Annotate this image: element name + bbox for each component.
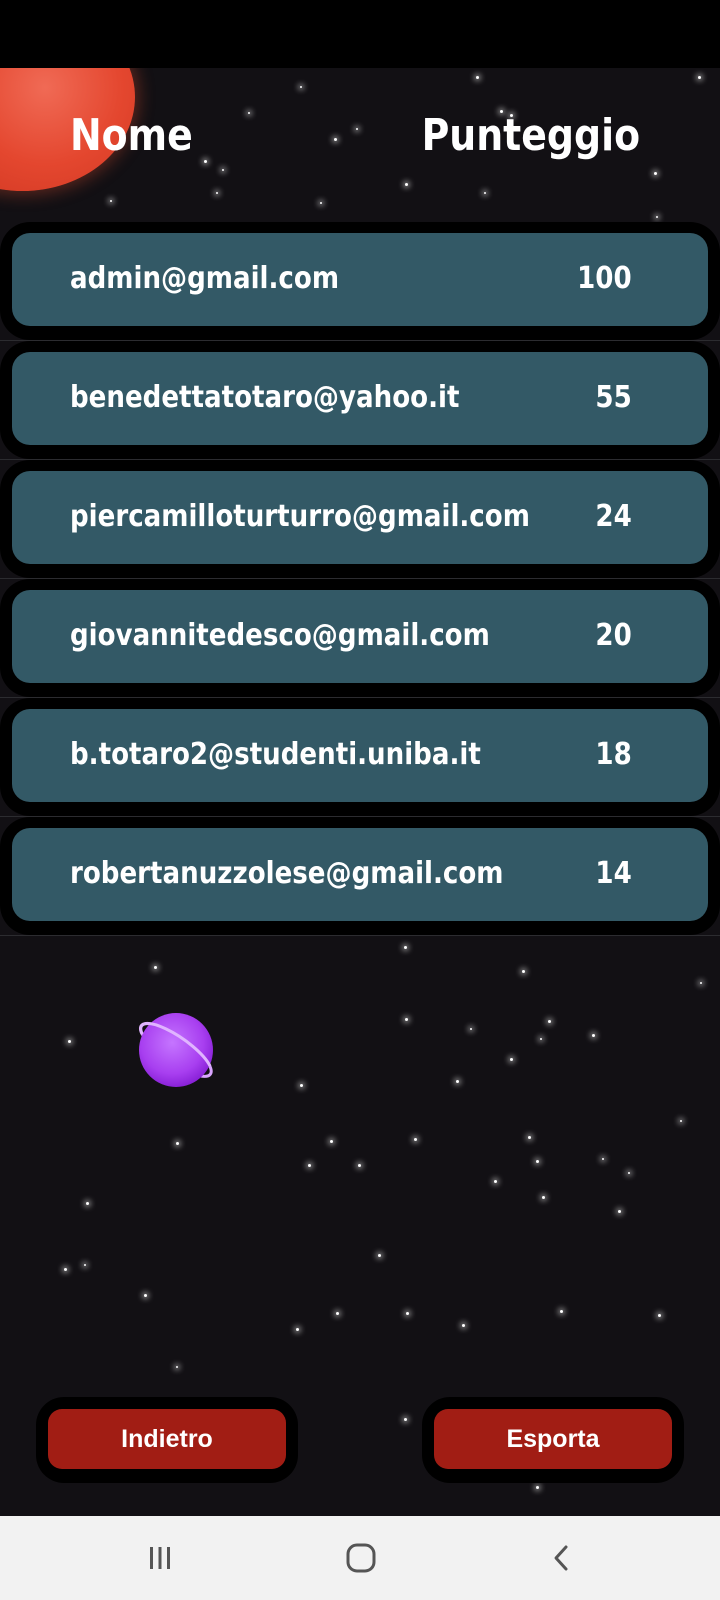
status-bar [0, 0, 720, 68]
system-navigation-bar [0, 1516, 720, 1600]
star-decoration [110, 200, 112, 202]
leaderboard-screen: Nome Punteggio admin@gmail.com 100 bened… [0, 68, 720, 1516]
star-decoration [542, 1196, 545, 1199]
star-decoration [404, 946, 407, 949]
star-decoration [522, 970, 525, 973]
leaderboard-row-card: b.totaro2@studenti.uniba.it 18 [12, 709, 708, 802]
leaderboard-row-card: giovannitedesco@gmail.com 20 [12, 590, 708, 683]
recents-icon[interactable] [130, 1536, 190, 1580]
star-decoration [406, 1312, 409, 1315]
star-decoration [628, 1172, 630, 1174]
star-decoration [84, 1264, 86, 1266]
star-decoration [656, 216, 658, 218]
star-decoration [404, 1418, 407, 1421]
home-icon[interactable] [331, 1536, 391, 1580]
star-decoration [456, 1080, 459, 1083]
star-decoration [494, 1180, 497, 1183]
star-decoration [405, 183, 408, 186]
leaderboard-row-card: robertanuzzolese@gmail.com 14 [12, 828, 708, 921]
leaderboard-list: admin@gmail.com 100 benedettatotaro@yaho… [0, 222, 720, 936]
player-email: benedettatotaro@yahoo.it [70, 380, 460, 415]
star-decoration [336, 1312, 339, 1315]
star-decoration [476, 76, 479, 79]
player-score: 20 [595, 618, 632, 653]
star-decoration [548, 1020, 551, 1023]
leaderboard-header: Nome Punteggio [0, 110, 720, 170]
star-decoration [414, 1138, 417, 1141]
star-decoration [536, 1486, 539, 1489]
leaderboard-row: giovannitedesco@gmail.com 20 [0, 579, 720, 698]
star-decoration [680, 1120, 682, 1122]
star-decoration [560, 1310, 563, 1313]
star-decoration [330, 1140, 333, 1143]
player-email: piercamilloturturro@gmail.com [70, 499, 530, 534]
star-decoration [378, 1254, 381, 1257]
player-score: 100 [577, 261, 632, 296]
purple-planet-icon [138, 1013, 213, 1087]
player-email: b.totaro2@studenti.uniba.it [70, 737, 481, 772]
player-email: admin@gmail.com [70, 261, 340, 296]
star-decoration [300, 1084, 303, 1087]
star-decoration [296, 1328, 299, 1331]
star-decoration [176, 1142, 179, 1145]
leaderboard-row: benedettatotaro@yahoo.it 55 [0, 341, 720, 460]
export-button-frame: Esporta [422, 1397, 684, 1483]
back-button[interactable]: Indietro [48, 1409, 286, 1469]
star-decoration [86, 1202, 89, 1205]
leaderboard-row: admin@gmail.com 100 [0, 222, 720, 341]
player-email: robertanuzzolese@gmail.com [70, 856, 504, 891]
star-decoration [536, 1160, 539, 1163]
star-decoration [658, 1314, 661, 1317]
star-decoration [216, 192, 218, 194]
star-decoration [592, 1034, 595, 1037]
star-decoration [470, 1028, 472, 1030]
star-decoration [510, 1058, 513, 1061]
leaderboard-row-card: admin@gmail.com 100 [12, 233, 708, 326]
leaderboard-row: piercamilloturturro@gmail.com 24 [0, 460, 720, 579]
name-column-header: Nome [70, 110, 193, 161]
star-decoration [308, 1164, 311, 1167]
back-arrow-icon[interactable] [532, 1536, 592, 1580]
star-decoration [320, 202, 322, 204]
export-button[interactable]: Esporta [434, 1409, 672, 1469]
star-decoration [618, 1210, 621, 1213]
player-score: 14 [595, 856, 632, 891]
star-decoration [462, 1324, 465, 1327]
star-decoration [405, 1018, 408, 1021]
star-decoration [144, 1294, 147, 1297]
star-decoration [602, 1158, 604, 1160]
star-decoration [154, 966, 157, 969]
leaderboard-row-card: piercamilloturturro@gmail.com 24 [12, 471, 708, 564]
leaderboard-row: robertanuzzolese@gmail.com 14 [0, 817, 720, 936]
star-decoration [654, 172, 657, 175]
player-email: giovannitedesco@gmail.com [70, 618, 490, 653]
player-score: 18 [595, 737, 632, 772]
star-decoration [176, 1366, 178, 1368]
back-button-frame: Indietro [36, 1397, 298, 1483]
star-decoration [300, 86, 302, 88]
leaderboard-row: b.totaro2@studenti.uniba.it 18 [0, 698, 720, 817]
star-decoration [528, 1136, 531, 1139]
star-decoration [698, 76, 701, 79]
player-score: 55 [595, 380, 632, 415]
star-decoration [484, 192, 486, 194]
star-decoration [68, 1040, 71, 1043]
player-score: 24 [595, 499, 632, 534]
star-decoration [64, 1268, 67, 1271]
score-column-header: Punteggio [421, 110, 640, 161]
star-decoration [540, 1038, 542, 1040]
star-decoration [358, 1164, 361, 1167]
star-decoration [700, 982, 702, 984]
leaderboard-row-card: benedettatotaro@yahoo.it 55 [12, 352, 708, 445]
